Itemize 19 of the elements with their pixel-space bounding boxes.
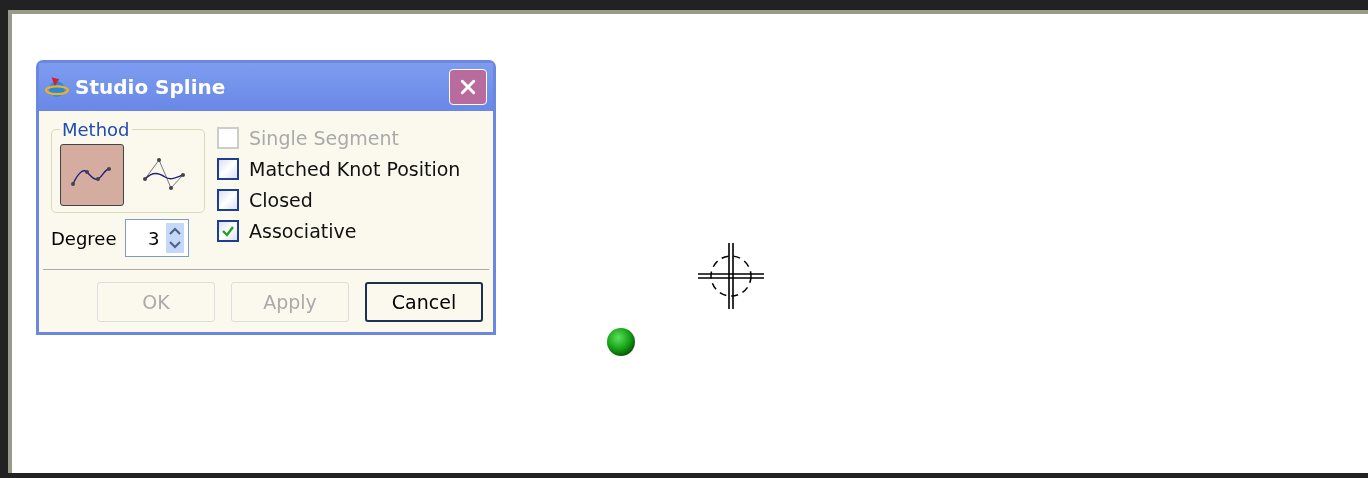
close-button[interactable] — [449, 69, 487, 105]
checkbox-label: Matched Knot Position — [249, 158, 461, 180]
degree-spinner[interactable]: 3 — [124, 219, 189, 257]
crosshair-icon — [698, 243, 764, 309]
checkbox-label: Associative — [249, 220, 357, 242]
checkbox[interactable] — [217, 220, 239, 242]
close-icon — [460, 79, 476, 95]
checkbox-label: Closed — [249, 189, 313, 211]
point-marker-icon — [606, 327, 636, 357]
checkbox-label: Single Segment — [249, 127, 399, 149]
checkbox[interactable] — [217, 189, 239, 211]
checkbox[interactable] — [217, 158, 239, 180]
degree-label: Degree — [51, 227, 117, 249]
globe-icon — [45, 75, 69, 99]
dialog-button[interactable]: Cancel — [365, 282, 483, 322]
smooth-curve-button[interactable] — [60, 144, 124, 206]
window-title: Studio Spline — [75, 75, 227, 99]
checkmark-icon — [221, 224, 235, 238]
group-label: Method — [61, 119, 131, 140]
